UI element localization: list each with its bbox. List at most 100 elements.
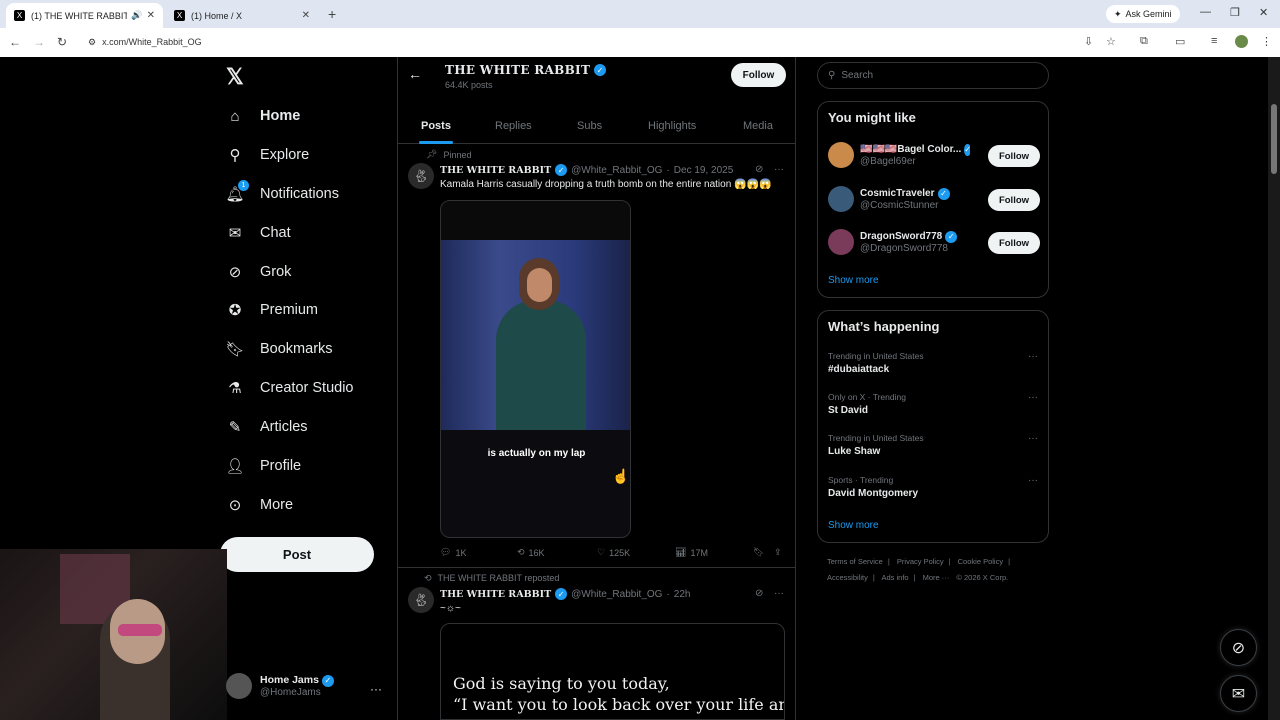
tab-media[interactable]: Media [743,120,773,132]
footer-more[interactable]: More ··· [923,573,950,582]
browser-tab[interactable]: X (1) Home / X ✕ [166,3,318,28]
new-tab-button[interactable]: + [328,6,336,22]
nav-grok[interactable]: ⊘ Grok [226,254,292,290]
ask-gemini-button[interactable]: ✦ Ask Gemini [1106,5,1180,23]
grok-fab-icon[interactable]: ⊘ [1220,629,1257,666]
trend-item[interactable]: Only on X · Trending St David ··· [828,392,1040,416]
back-icon[interactable]: ← [9,35,21,49]
tweet-time[interactable]: 22h [674,589,691,600]
x-logo-icon[interactable]: 𝕏 [226,64,244,90]
tab-close-icon[interactable]: ✕ [147,10,155,21]
trend-item[interactable]: Trending in United States Luke Shaw ··· [828,433,1040,457]
nav-premium[interactable]: ✪ Premium [226,292,318,328]
tweet-handle[interactable]: @White_Rabbit_OG [571,589,662,600]
home-icon: ⌂ [230,107,240,125]
post-button[interactable]: Post [220,537,374,572]
scrollbar-thumb[interactable] [1271,104,1277,174]
footer-terms[interactable]: Terms of Service [827,557,883,566]
tweet-handle[interactable]: @White_Rabbit_OG [571,165,662,176]
trend-more-icon[interactable]: ··· [1028,392,1038,403]
repost-context-text[interactable]: THE WHITE RABBIT reposted [438,573,560,584]
footer-sep: | [913,573,916,582]
share-icon[interactable]: ⇪ [774,547,782,558]
minimize-icon[interactable]: — [1200,6,1211,18]
split-view-icon[interactable]: ▭ [1175,35,1185,48]
browser-tab-active[interactable]: X (1) THE WHITE RABBIT (@ 🔊 ✕ [6,3,163,28]
extensions-icon[interactable]: ⧉ [1140,35,1148,48]
views-button[interactable]: 📊︎ 17M [675,547,708,558]
messages-fab-icon[interactable]: ✉ [1220,675,1257,712]
trend-item[interactable]: Trending in United States #dubaiattack ·… [828,351,1040,375]
nav-profile[interactable]: 👤︎ Profile [225,448,301,484]
tab-posts[interactable]: Posts [421,120,451,132]
footer-sep: | [887,557,890,566]
tweet-avatar[interactable]: 🐇︎ [408,163,434,189]
trend-name: #dubaiattack [828,364,890,375]
bookmark-star-icon[interactable]: ☆ [1106,35,1116,48]
suggested-account[interactable]: 🇺🇸🇺🇸🇺🇸Bagel Color... ✓ @Bagel69er Follow [828,142,1040,168]
tweet-more-icon[interactable]: ··· [774,588,784,599]
tweet-author-name[interactable]: THE WHITE RABBIT [440,589,551,600]
trend-more-icon[interactable]: ··· [1028,351,1038,362]
tab-title: (1) THE WHITE RABBIT (@ [31,10,128,21]
follow-button[interactable]: Follow [731,63,786,87]
follow-button[interactable]: Follow [988,145,1040,167]
forward-icon[interactable]: → [33,35,45,49]
media-control-icon[interactable]: ≡ [1211,35,1217,47]
url-field[interactable]: ⚙ x.com/White_Rabbit_OG [88,32,202,52]
footer-ads[interactable]: Ads info [881,573,908,582]
tweet-more-icon[interactable]: ··· [774,164,784,175]
nav-creator-studio[interactable]: ⚗ Creator Studio [226,370,353,406]
nav-explore[interactable]: ⚲ Explore [226,137,310,173]
show-more-link[interactable]: Show more [828,275,879,286]
restore-icon[interactable]: ❐ [1230,6,1240,19]
suggested-account[interactable]: DragonSword778 ✓ @DragonSword778 Follow [828,229,1040,255]
tweet-time[interactable]: Dec 19, 2025 [674,165,734,176]
tab-subs[interactable]: Subs [577,120,602,132]
footer-accessibility[interactable]: Accessibility [827,573,868,582]
verified-icon: ✓ [555,164,568,176]
account-switcher[interactable]: Home Jams ✓ @HomeJams [226,673,334,699]
footer-privacy[interactable]: Privacy Policy [897,557,944,566]
footer-cookie[interactable]: Cookie Policy [958,557,1003,566]
follow-button[interactable]: Follow [988,189,1040,211]
profile-name-text: THE WHITE RABBIT [445,63,591,77]
nav-more[interactable]: ⊙ More [226,487,293,523]
bookmark-icon[interactable]: 🔖︎ [753,547,764,558]
nav-chat[interactable]: ✉ Chat [226,215,291,251]
back-arrow-icon[interactable]: ← [408,66,422,82]
grok-icon[interactable]: ⊘ [755,164,763,175]
tab-replies[interactable]: Replies [495,120,532,132]
site-info-icon[interactable]: ⚙ [88,37,96,48]
show-more-link[interactable]: Show more [828,520,879,531]
nav-bookmarks[interactable]: 🔖︎ Bookmarks [225,331,332,367]
tweet-author-name[interactable]: THE WHITE RABBIT [440,165,551,176]
nav-articles[interactable]: ✎ Articles [226,409,308,445]
reload-icon[interactable]: ↻ [57,35,67,49]
tweet-video[interactable]: is actually on my lap [440,200,631,538]
nav-home[interactable]: ⌂ Home [226,98,300,134]
account-more-icon[interactable]: ··· [370,682,382,696]
follow-button[interactable]: Follow [988,232,1040,254]
profile-avatar-icon[interactable] [1235,35,1248,48]
ask-gemini-label: Ask Gemini [1125,9,1172,19]
like-button[interactable]: ♡ 125K [597,547,630,558]
browser-menu-icon[interactable]: ⋮ [1261,35,1272,48]
tweet-avatar[interactable]: 🐇︎ [408,587,434,613]
suggested-name: 🇺🇸🇺🇸🇺🇸Bagel Color... ✓ [860,143,970,156]
tab-highlights[interactable]: Highlights [648,120,696,132]
trend-more-icon[interactable]: ··· [1028,433,1038,444]
install-app-icon[interactable]: ⇩ [1084,35,1093,48]
window-close-icon[interactable]: ✕ [1259,6,1268,19]
reply-button[interactable]: 💬︎ 1K [440,547,466,558]
tab-close-icon[interactable]: ✕ [302,10,310,21]
tweet-image[interactable]: God is saying to you today, “I want you … [440,623,785,720]
repost-button[interactable]: ⟲ 16K [517,547,545,558]
trend-item[interactable]: Sports · Trending David Montgomery ··· [828,475,1040,499]
trend-more-icon[interactable]: ··· [1028,475,1038,486]
suggested-account[interactable]: CosmicTraveler ✓ @CosmicStunner Follow [828,186,1040,212]
trend-meta: Trending in United States [828,351,924,361]
grok-icon[interactable]: ⊘ [755,588,763,599]
nav-notifications[interactable]: 🔔︎ 1 Notifications [225,176,339,212]
search-input[interactable]: ⚲ Search [817,62,1049,89]
